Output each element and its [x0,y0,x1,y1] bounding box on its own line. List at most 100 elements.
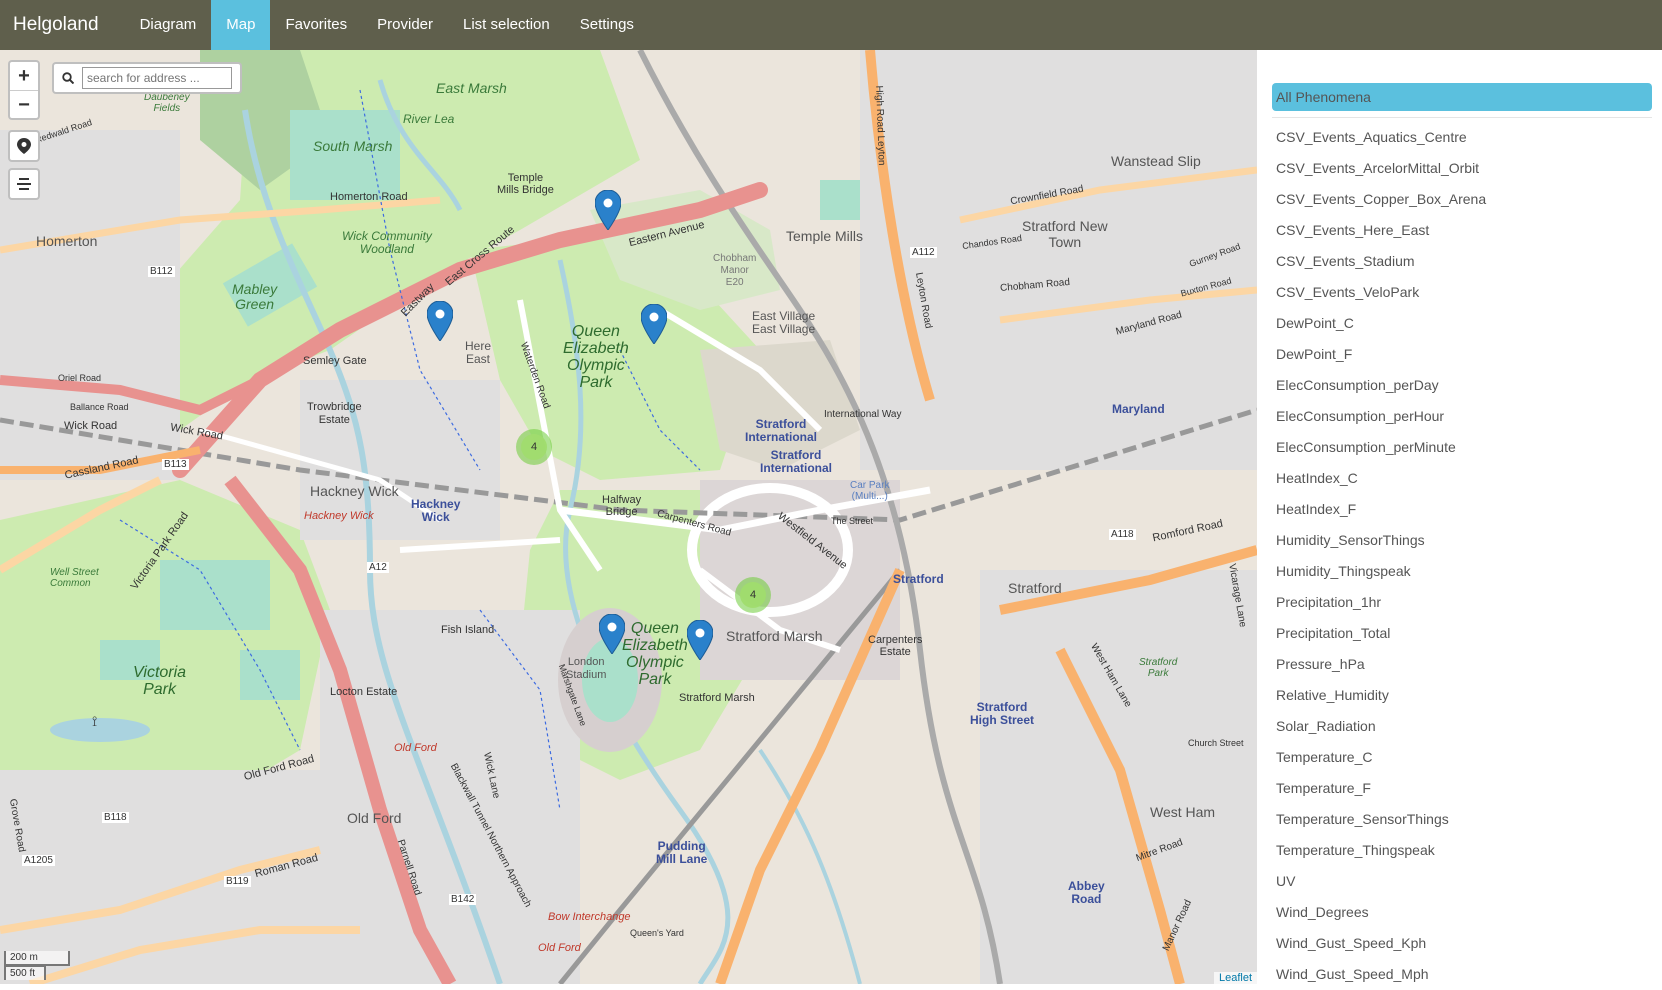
phenomenon-item[interactable]: Temperature_F [1272,773,1652,804]
all-phenomena-item[interactable]: All Phenomena [1272,83,1652,111]
label-carpenters-estate: Carpenters Estate [868,634,923,658]
label-wick-road: Wick Road [64,420,118,432]
phenomenon-item[interactable]: HeatIndex_C [1272,463,1652,494]
label-stratford: Stratford [1008,580,1062,596]
marker-cluster[interactable]: 4 [516,429,552,465]
label-church-street: Church Street [1188,738,1244,748]
cluster-count: 4 [521,434,547,460]
layers-button[interactable] [8,168,40,200]
phenomenon-item[interactable]: DewPoint_F [1272,339,1652,370]
label-daubeney-fields: Daubeney Fields [144,92,190,114]
phenomenon-item[interactable]: Wind_Degrees [1272,897,1652,928]
location-pin-icon [17,138,31,154]
phenomenon-list: CSV_Events_Aquatics_Centre CSV_Events_Ar… [1272,122,1652,990]
label-homerton-road: Homerton Road [330,191,408,203]
label-hackney-wick: Hackney Wick [310,483,399,499]
label-river-lea: River Lea [403,112,455,126]
nav-settings[interactable]: Settings [565,0,649,50]
phenomenon-item[interactable]: Temperature_Thingspeak [1272,835,1652,866]
label-a118: A118 [1109,529,1136,540]
phenomenon-item[interactable]: Temperature_C [1272,742,1652,773]
scale-imperial: 500 ft [4,965,46,980]
nav-provider[interactable]: Provider [362,0,448,50]
phenomenon-item[interactable]: Pressure_hPa [1272,649,1652,680]
zoom-out-button[interactable]: − [10,90,38,118]
label-east-village: East Village East Village [752,309,816,336]
address-search-input[interactable] [82,67,232,89]
label-well-street-common: Well Street Common [50,567,99,589]
phenomenon-item[interactable]: UV [1272,866,1652,897]
label-b142: B142 [449,894,477,905]
label-east-marsh: East Marsh [436,80,507,96]
map-attribution[interactable]: Leaflet [1213,972,1257,984]
label-wick-woodland: Wick Community Woodland [342,229,432,256]
label-international-way: International Way [824,409,902,420]
phenomenon-item[interactable]: CSV_Events_Stadium [1272,246,1652,277]
station-marker[interactable] [687,620,713,660]
label-stratford-intl-2: Stratford International [760,448,833,475]
label-trowbridge-estate: Trowbridge Estate [307,401,362,426]
divider [1272,117,1652,118]
label-hackney-wick-red: Hackney Wick [304,510,374,522]
phenomenon-item[interactable]: Humidity_Thingspeak [1272,556,1652,587]
nav-diagram[interactable]: Diagram [125,0,212,50]
phenomenon-item[interactable]: CSV_Events_Here_East [1272,215,1652,246]
label-stratford-park: Stratford Park [1139,657,1178,679]
locate-button[interactable] [8,130,40,162]
station-marker[interactable] [427,301,453,341]
label-wanstead-slip: Wanstead Slip [1111,153,1201,169]
label-b119: B119 [224,876,251,887]
map-view[interactable]: ⟟ Homerton East Marsh South Marsh River … [0,50,1257,984]
phenomenon-item[interactable]: CSV_Events_Aquatics_Centre [1272,122,1652,153]
label-the-street: The Street [831,516,874,526]
label-fish-island: Fish Island [441,624,495,636]
zoom-in-button[interactable]: + [10,62,38,90]
svg-text:⟟: ⟟ [92,713,97,729]
label-chobham-manor: Chobham Manor E20 [713,253,757,288]
nav-map[interactable]: Map [211,0,271,50]
label-oriel-road: Oriel Road [58,373,102,383]
phenomenon-item[interactable]: Humidity_SensorThings [1272,525,1652,556]
label-old-ford: Old Ford [347,810,402,826]
marker-cluster[interactable]: 4 [735,577,771,613]
map-scale: 200 m 500 ft [4,951,70,980]
label-here-east: Here East [465,339,492,366]
phenomenon-item[interactable]: Precipitation_Total [1272,618,1652,649]
label-temple-mills-bridge: Temple Mills Bridge [497,172,554,196]
search-icon [62,72,74,84]
phenomenon-item[interactable]: Wind_Gust_Speed_Mph [1272,959,1652,990]
label-ballance-road: Ballance Road [70,402,129,412]
phenomenon-item[interactable]: Temperature_SensorThings [1272,804,1652,835]
phenomenon-item[interactable]: ElecConsumption_perDay [1272,370,1652,401]
label-abbey-road: Abbey Road [1068,879,1105,906]
label-a112: A112 [910,247,937,258]
label-b112: B112 [148,266,175,277]
phenomenon-item[interactable]: Precipitation_1hr [1272,587,1652,618]
list-icon [17,178,31,190]
label-stratford-intl: Stratford International [745,417,818,444]
phenomenon-item[interactable]: Solar_Radiation [1272,711,1652,742]
phenomenon-list-panel: All Phenomena CSV_Events_Aquatics_Centre… [1257,50,1662,984]
app-brand[interactable]: Helgoland [0,0,125,50]
label-stratford-station: Stratford [893,572,944,586]
phenomenon-item[interactable]: Wind_Gust_Speed_Kph [1272,928,1652,959]
nav-favorites[interactable]: Favorites [270,0,362,50]
phenomenon-item[interactable]: HeatIndex_F [1272,494,1652,525]
station-marker[interactable] [641,304,667,344]
label-locton-estate: Locton Estate [330,686,398,698]
label-south-marsh: South Marsh [313,138,393,154]
phenomenon-item[interactable]: ElecConsumption_perHour [1272,401,1652,432]
label-queens-yard: Queen's Yard [630,928,684,938]
phenomenon-item[interactable]: ElecConsumption_perMinute [1272,432,1652,463]
phenomenon-item[interactable]: CSV_Events_Copper_Box_Arena [1272,184,1652,215]
station-marker[interactable] [595,190,621,230]
label-stratford-high-street: Stratford High Street [970,700,1035,727]
phenomenon-item[interactable]: Relative_Humidity [1272,680,1652,711]
phenomenon-item[interactable]: CSV_Events_ArcelorMittal_Orbit [1272,153,1652,184]
phenomenon-item[interactable]: CSV_Events_VeloPark [1272,277,1652,308]
station-marker[interactable] [599,614,625,654]
nav-list-selection[interactable]: List selection [448,0,565,50]
phenomenon-item[interactable]: DewPoint_C [1272,308,1652,339]
label-car-park: Car Park (Multi...) [850,480,890,502]
label-b113: B113 [162,459,189,470]
